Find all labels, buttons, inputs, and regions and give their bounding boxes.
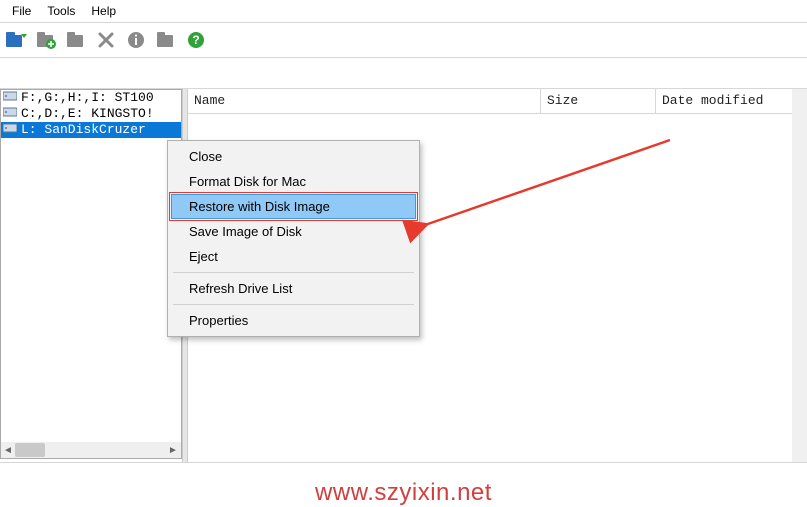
drive-row-selected[interactable]: L: SanDiskCruzer — [1, 122, 181, 138]
drive-label: C:,D:,E: KINGSTO! — [21, 106, 154, 122]
menu-bar: File Tools Help — [0, 0, 807, 23]
info-icon[interactable] — [124, 28, 148, 52]
scroll-left-arrow-icon[interactable]: ◄ — [1, 443, 15, 457]
toolbar: ? — [0, 23, 807, 58]
menu-help[interactable]: Help — [85, 2, 126, 20]
context-menu: Close Format Disk for Mac Restore with D… — [167, 140, 420, 337]
drive-label: F:,G:,H:,I: ST100 — [21, 90, 154, 106]
folder2-icon[interactable] — [154, 28, 178, 52]
help-icon[interactable]: ? — [184, 28, 208, 52]
menu-separator — [173, 272, 414, 273]
list-header: Name Size Date modified — [188, 89, 807, 114]
horizontal-scrollbar[interactable]: ◄ ► — [1, 442, 181, 458]
drive-row[interactable]: C:,D:,E: KINGSTO! — [1, 106, 181, 122]
cm-refresh-drive-list[interactable]: Refresh Drive List — [171, 276, 416, 301]
vertical-scrollbar[interactable] — [792, 89, 807, 464]
drive-row[interactable]: F:,G:,H:,I: ST100 — [1, 90, 181, 106]
cm-properties[interactable]: Properties — [171, 308, 416, 333]
watermark-text: www.szyixin.net — [0, 479, 807, 507]
column-name[interactable]: Name — [188, 89, 541, 113]
cm-restore-disk-image[interactable]: Restore with Disk Image — [171, 194, 416, 219]
menu-separator — [173, 304, 414, 305]
harddisk-icon — [3, 90, 17, 107]
scroll-right-arrow-icon[interactable]: ► — [166, 443, 180, 457]
add-folder-icon[interactable] — [34, 28, 58, 52]
column-date[interactable]: Date modified — [656, 89, 807, 113]
drive-tree: F:,G:,H:,I: ST100 C:,D:,E: KINGSTO! L: S… — [0, 89, 182, 459]
cm-close[interactable]: Close — [171, 144, 416, 169]
menu-file[interactable]: File — [6, 2, 41, 20]
cm-format-disk[interactable]: Format Disk for Mac — [171, 169, 416, 194]
harddisk-icon — [3, 122, 17, 139]
cm-save-image[interactable]: Save Image of Disk — [171, 219, 416, 244]
cm-eject[interactable]: Eject — [171, 244, 416, 269]
svg-text:?: ? — [192, 33, 199, 47]
column-size[interactable]: Size — [541, 89, 656, 113]
harddisk-icon — [3, 106, 17, 123]
drive-label: L: SanDiskCruzer — [21, 122, 146, 138]
open-icon[interactable] — [4, 28, 28, 52]
menu-tools[interactable]: Tools — [41, 2, 85, 20]
scroll-thumb[interactable] — [15, 443, 45, 457]
delete-icon[interactable] — [94, 28, 118, 52]
folder-icon[interactable] — [64, 28, 88, 52]
